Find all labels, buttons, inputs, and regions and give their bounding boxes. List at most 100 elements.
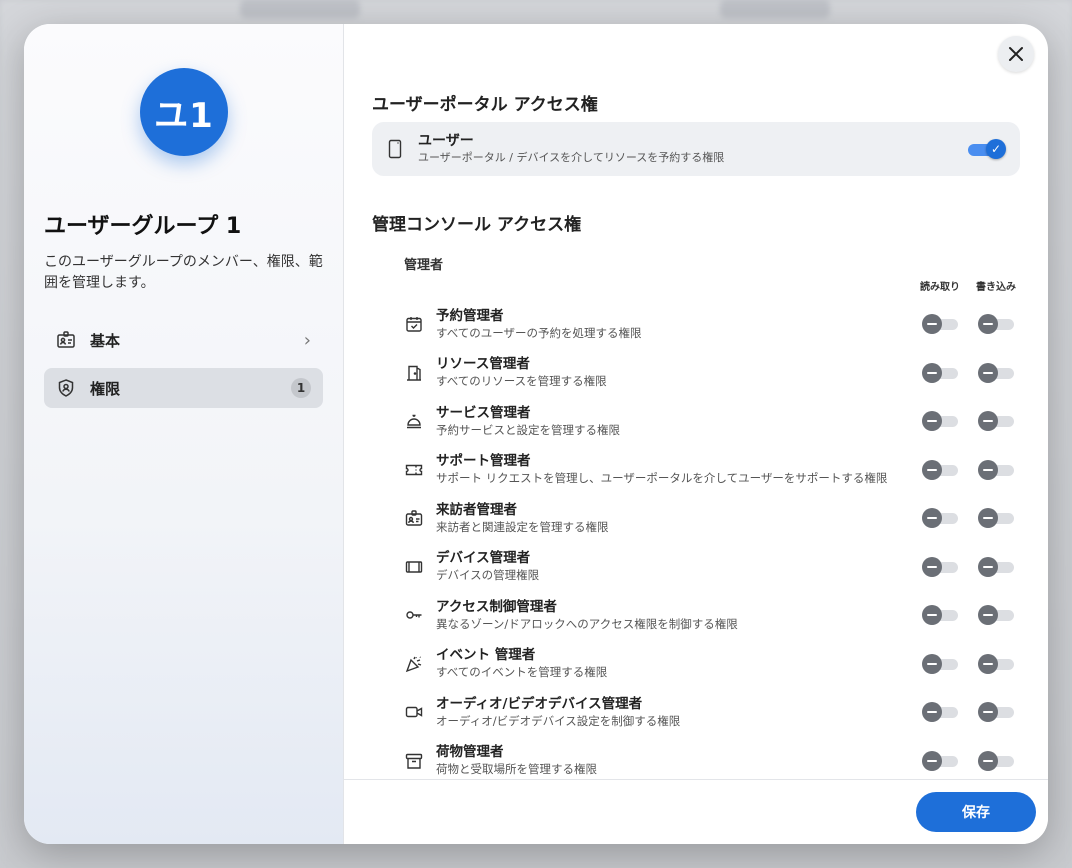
minus-icon xyxy=(978,508,998,528)
write-toggle[interactable] xyxy=(978,508,1016,528)
role-title: アクセス制御管理者 xyxy=(436,598,557,615)
write-toggle[interactable] xyxy=(978,750,1016,771)
check-icon: ✓ xyxy=(986,139,1006,159)
user-group-modal: ユ1 ユーザーグループ 1 このユーザーグループのメンバー、権限、範囲を管理しま… xyxy=(24,24,1048,844)
list-item: リソース管理者 すべてのリソースを管理する権限 xyxy=(404,349,1024,398)
read-toggle[interactable] xyxy=(922,605,960,625)
modal-footer: 保存 xyxy=(344,779,1048,844)
list-item: イベント 管理者 すべてのイベントを管理する権限 xyxy=(404,640,1024,689)
console-section-title: 管理コンソール アクセス権 xyxy=(372,215,582,235)
minus-icon xyxy=(978,750,998,771)
role-description: デバイスの管理権限 xyxy=(436,568,540,583)
portal-user-toggle[interactable]: ✓ xyxy=(968,139,1006,159)
write-toggle[interactable] xyxy=(978,411,1016,431)
list-item: サービス管理者 予約サービスと設定を管理する権限 xyxy=(404,397,1024,446)
portal-user-description: ユーザーポータル / デバイスを介してリソースを予約する権限 xyxy=(418,151,725,164)
permissions-panel: ユーザーポータル アクセス権 ユーザー ユーザーポータル / デバイスを介してリ… xyxy=(344,24,1048,844)
minus-icon xyxy=(922,411,942,431)
write-toggle[interactable] xyxy=(978,653,1016,674)
write-toggle[interactable] xyxy=(978,459,1016,480)
close-button[interactable] xyxy=(998,36,1034,72)
minus-icon xyxy=(922,459,942,480)
role-description: 予約サービスと設定を管理する権限 xyxy=(436,422,620,437)
role-title: リソース管理者 xyxy=(436,356,530,373)
list-item: サポート管理者 サポート リクエストを管理し、ユーザーポータルを介してユーザーを… xyxy=(404,446,1024,495)
group-description: このユーザーグループのメンバー、権限、範囲を管理します。 xyxy=(44,254,323,291)
write-toggle[interactable] xyxy=(978,702,1016,722)
service-bell-icon xyxy=(404,411,424,431)
shield-user-icon xyxy=(56,378,76,398)
minus-icon xyxy=(922,508,942,528)
sidebar-item-label: 基本 xyxy=(90,331,121,350)
role-description: すべてのユーザーの予約を処理する権限 xyxy=(436,325,642,340)
role-title: 予約管理者 xyxy=(436,307,504,324)
archive-box-icon xyxy=(404,751,424,771)
write-toggle[interactable] xyxy=(978,556,1016,577)
list-item: アクセス制御管理者 異なるゾーン/ドアロックへのアクセス権限を制御する権限 xyxy=(404,591,1024,640)
modal-sidebar: ユ1 ユーザーグループ 1 このユーザーグループのメンバー、権限、範囲を管理しま… xyxy=(24,24,344,844)
minus-icon xyxy=(978,411,998,431)
role-description: オーディオ/ビデオデバイス設定を制御する権限 xyxy=(436,713,681,728)
read-toggle[interactable] xyxy=(922,508,960,528)
role-description: 異なるゾーン/ドアロックへのアクセス権限を制御する権限 xyxy=(436,616,738,631)
minus-icon xyxy=(978,605,998,625)
portal-user-title: ユーザー xyxy=(418,133,474,149)
role-title: イベント 管理者 xyxy=(436,647,536,664)
chevron-right-icon: › xyxy=(303,329,311,351)
sidebar-item-basic[interactable]: 基本 › xyxy=(44,320,323,360)
role-title: 来訪者管理者 xyxy=(436,501,517,518)
read-toggle[interactable] xyxy=(922,459,960,480)
minus-icon xyxy=(922,653,942,674)
read-toggle[interactable] xyxy=(922,314,960,334)
visitor-badge-icon xyxy=(404,508,424,528)
read-toggle[interactable] xyxy=(922,362,960,383)
party-popper-icon xyxy=(404,654,424,674)
ticket-icon xyxy=(404,460,424,480)
minus-icon xyxy=(922,314,942,334)
group-avatar: ユ1 xyxy=(140,68,228,156)
minus-icon xyxy=(978,653,998,674)
read-toggle[interactable] xyxy=(922,653,960,674)
list-item: 来訪者管理者 来訪者と関連設定を管理する権限 xyxy=(404,494,1024,543)
admin-group-label: 管理者 xyxy=(404,258,444,273)
admin-roles-list: 予約管理者 すべてのユーザーの予約を処理する権限 リソース管理者 すべてのリソー… xyxy=(404,300,1024,785)
minus-icon xyxy=(922,362,942,383)
minus-icon xyxy=(922,750,942,771)
video-camera-icon xyxy=(404,702,424,722)
read-toggle[interactable] xyxy=(922,702,960,722)
close-icon xyxy=(1008,46,1024,62)
minus-icon xyxy=(922,702,942,722)
key-icon xyxy=(404,605,424,625)
door-icon xyxy=(404,363,424,383)
count-badge: 1 xyxy=(291,378,311,398)
sidebar-item-label: 権限 xyxy=(90,379,121,398)
minus-icon xyxy=(978,702,998,722)
write-toggle[interactable] xyxy=(978,314,1016,334)
group-title: ユーザーグループ 1 xyxy=(44,214,242,239)
calendar-check-icon xyxy=(404,314,424,334)
sidebar-item-permissions[interactable]: 権限 1 xyxy=(44,368,323,408)
role-description: サポート リクエストを管理し、ユーザーポータルを介してユーザーをサポートする権限 xyxy=(436,471,888,486)
role-description: すべてのリソースを管理する権限 xyxy=(436,374,607,389)
minus-icon xyxy=(978,362,998,383)
id-card-icon xyxy=(56,330,76,350)
minus-icon xyxy=(978,314,998,334)
role-description: 来訪者と関連設定を管理する権限 xyxy=(436,519,609,534)
column-header-read: 読み取り xyxy=(920,282,960,293)
list-item: オーディオ/ビデオデバイス管理者 オーディオ/ビデオデバイス設定を制御する権限 xyxy=(404,688,1024,737)
write-toggle[interactable] xyxy=(978,362,1016,383)
minus-icon xyxy=(978,459,998,480)
minus-icon xyxy=(922,605,942,625)
role-title: 荷物管理者 xyxy=(436,744,504,761)
column-header-write: 書き込み xyxy=(976,282,1016,293)
role-description: 荷物と受取場所を管理する権限 xyxy=(436,762,597,777)
read-toggle[interactable] xyxy=(922,556,960,577)
save-button[interactable]: 保存 xyxy=(916,792,1036,832)
role-description: すべてのイベントを管理する権限 xyxy=(436,665,608,680)
write-toggle[interactable] xyxy=(978,605,1016,625)
role-title: サービス管理者 xyxy=(436,404,531,421)
read-toggle[interactable] xyxy=(922,411,960,431)
read-toggle[interactable] xyxy=(922,750,960,771)
list-item: 荷物管理者 荷物と受取場所を管理する権限 xyxy=(404,737,1024,786)
list-item: デバイス管理者 デバイスの管理権限 xyxy=(404,543,1024,592)
